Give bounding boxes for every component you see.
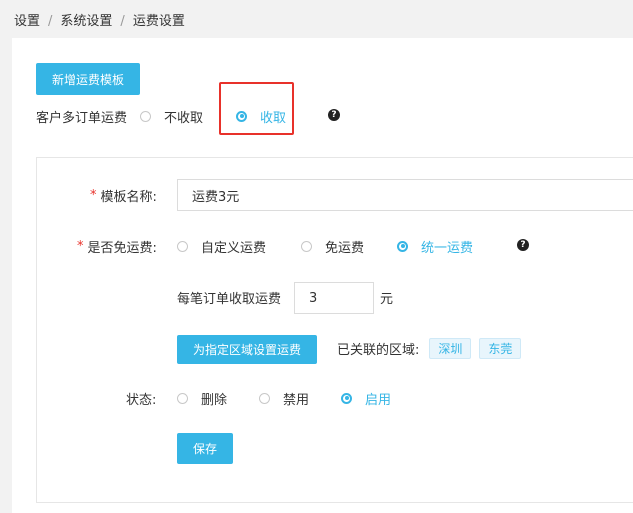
- region-tag-dongguan[interactable]: 东莞: [479, 338, 522, 359]
- required-marker: *: [77, 238, 84, 254]
- status-option-enable[interactable]: 启用: [341, 389, 391, 408]
- radio-icon[interactable]: [140, 110, 151, 122]
- free-shipping-option-free[interactable]: 免运费: [301, 237, 364, 256]
- help-icon[interactable]: ?: [517, 239, 529, 251]
- template-name-label: 模板名称:: [100, 189, 157, 205]
- help-icon[interactable]: ?: [328, 109, 340, 121]
- save-button[interactable]: 保存: [177, 433, 233, 464]
- radio-selected-icon[interactable]: [397, 240, 408, 252]
- highlight-box: [219, 82, 294, 135]
- option-label: 启用: [365, 392, 392, 408]
- breadcrumb-separator: /: [120, 14, 125, 29]
- radio-icon[interactable]: [177, 240, 188, 252]
- multi-order-option-no-charge[interactable]: 不收取: [140, 107, 203, 126]
- option-label: 删除: [201, 392, 228, 408]
- per-order-fee-unit: 元: [380, 291, 394, 307]
- breadcrumb-separator: /: [48, 14, 53, 29]
- template-name-label-wrap: * 模板名称:: [90, 185, 157, 205]
- add-shipping-template-button[interactable]: 新增运费模板: [36, 63, 140, 95]
- status-option-delete[interactable]: 删除: [177, 389, 227, 408]
- set-region-shipping-button[interactable]: 为指定区域设置运费: [177, 335, 317, 364]
- option-label: 统一运费: [421, 240, 474, 256]
- free-shipping-option-unified[interactable]: 统一运费: [397, 237, 473, 256]
- linked-regions-label: 已关联的区域:: [337, 343, 420, 358]
- status-label: 状态:: [126, 392, 157, 408]
- radio-icon[interactable]: [177, 392, 188, 404]
- breadcrumb: 设置 / 系统设置 / 运费设置: [14, 10, 185, 29]
- template-name-input[interactable]: 运费3元: [177, 179, 633, 211]
- status-option-disable[interactable]: 禁用: [259, 389, 309, 408]
- breadcrumb-item-settings[interactable]: 设置: [14, 14, 40, 29]
- free-shipping-option-custom[interactable]: 自定义运费: [177, 237, 266, 256]
- radio-icon[interactable]: [259, 392, 270, 404]
- breadcrumb-item-system-settings[interactable]: 系统设置: [60, 14, 112, 29]
- region-tag-shenzhen[interactable]: 深圳: [429, 338, 472, 359]
- free-shipping-label-wrap: * 是否免运费:: [77, 236, 157, 256]
- required-marker: *: [90, 187, 97, 203]
- free-shipping-label: 是否免运费:: [87, 240, 157, 256]
- per-order-fee-label: 每笔订单收取运费: [177, 291, 282, 307]
- radio-selected-icon[interactable]: [341, 392, 352, 404]
- per-order-fee-input[interactable]: 3: [294, 282, 374, 314]
- breadcrumb-item-shipping-settings: 运费设置: [132, 14, 185, 29]
- multi-order-shipping-row: 客户多订单运费: [36, 106, 127, 126]
- option-label: 免运费: [325, 240, 365, 256]
- multi-order-shipping-label: 客户多订单运费: [36, 110, 128, 126]
- option-label: 自定义运费: [201, 240, 267, 256]
- option-label: 不收取: [164, 110, 204, 126]
- option-label: 禁用: [283, 392, 310, 408]
- radio-icon[interactable]: [301, 240, 312, 252]
